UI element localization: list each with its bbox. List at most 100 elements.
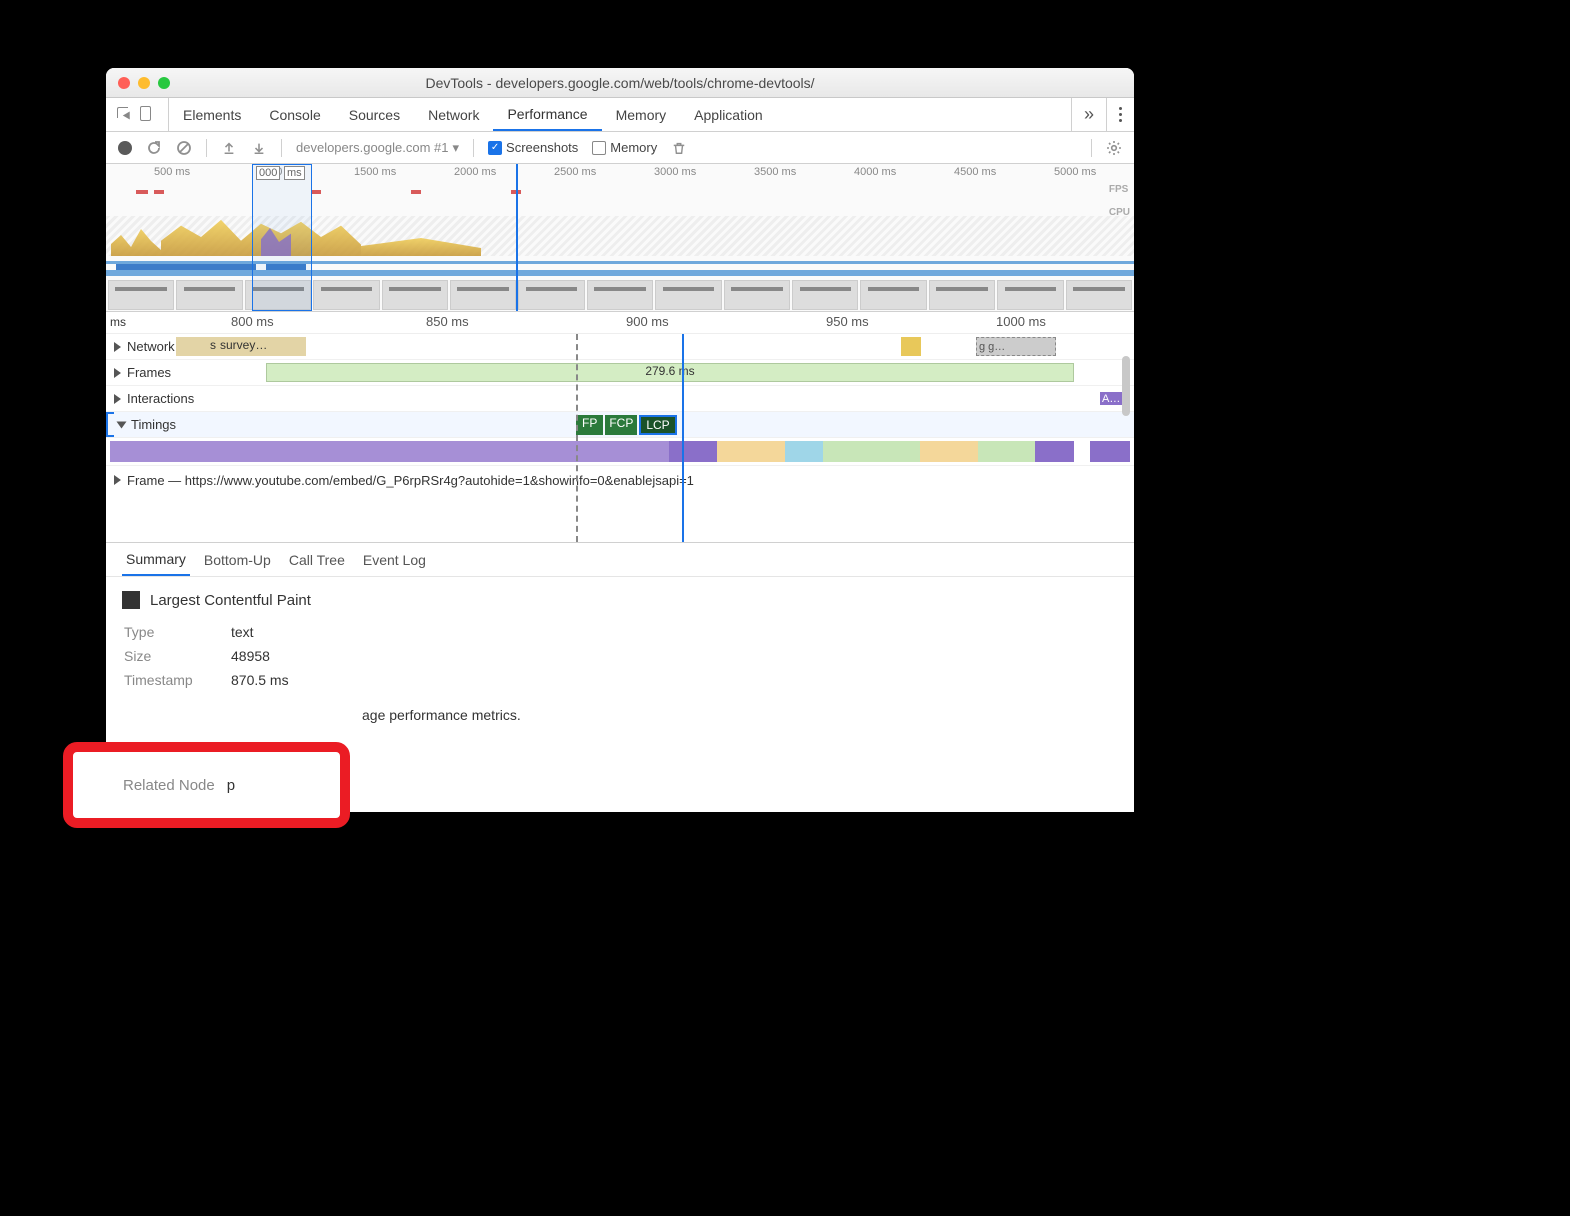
- tab-icon-group: [106, 98, 169, 131]
- kebab-menu-icon[interactable]: [1106, 98, 1134, 131]
- tab-application-label: Application: [694, 107, 763, 123]
- clear-icon[interactable]: [176, 140, 192, 156]
- flame-scrollbar[interactable]: [1120, 316, 1132, 538]
- flame-tick: 850 ms: [426, 314, 469, 329]
- device-toggle-icon[interactable]: [140, 106, 158, 124]
- settings-gear-icon[interactable]: [1106, 140, 1122, 156]
- overview-chart[interactable]: 500 ms 000 ms 1500 ms 2000 ms 2500 ms 30…: [106, 164, 1134, 312]
- row-main[interactable]: Main — https://developers.google.com/web…: [106, 438, 1134, 466]
- row-frames[interactable]: Frames 279.6 ms: [106, 360, 1134, 386]
- frame-bar: 279.6 ms: [266, 363, 1074, 382]
- memory-checkbox[interactable]: Memory: [592, 140, 657, 155]
- performance-toolbar: developers.google.com #1▾ ✓ Screenshots …: [106, 132, 1134, 164]
- summary-title-text: Largest Contentful Paint: [150, 592, 311, 609]
- devtools-tabs: Elements Console Sources Network Perform…: [106, 98, 1134, 132]
- row-frame[interactable]: Frame — https://www.youtube.com/embed/G_…: [106, 466, 1134, 494]
- row-network-label: Network: [127, 339, 175, 354]
- recording-dropdown[interactable]: developers.google.com #1 ▾: [296, 140, 459, 156]
- tab-performance-label: Performance: [507, 106, 587, 122]
- expand-icon[interactable]: [114, 368, 121, 378]
- timings-markers: FP FCP LCP: [576, 415, 677, 435]
- tab-call-tree-label: Call Tree: [289, 552, 345, 568]
- lcp-marker[interactable]: LCP: [639, 415, 676, 435]
- garbage-collect-icon[interactable]: [671, 140, 687, 156]
- screenshots-label: Screenshots: [506, 140, 578, 155]
- fcp-marker[interactable]: FCP: [605, 415, 637, 435]
- row-type: Typetext: [124, 621, 289, 643]
- recording-dropdown-label: developers.google.com #1: [296, 140, 449, 155]
- flame-tick: 950 ms: [826, 314, 869, 329]
- network-segment: survey…: [220, 338, 267, 352]
- ruler-tick: 1500 ms: [354, 166, 396, 178]
- tab-memory[interactable]: Memory: [602, 98, 681, 131]
- tab-call-tree[interactable]: Call Tree: [285, 543, 349, 576]
- load-profile-icon[interactable]: [221, 140, 237, 156]
- row-timestamp: Timestamp870.5 ms: [124, 669, 289, 691]
- tab-console[interactable]: Console: [255, 98, 334, 131]
- row-timings-label: Timings: [131, 417, 176, 432]
- tab-bottom-up[interactable]: Bottom-Up: [200, 543, 275, 576]
- metrics-tail-text: age performance metrics.: [362, 707, 1118, 723]
- tab-summary[interactable]: Summary: [122, 543, 190, 576]
- screenshots-checkbox[interactable]: ✓ Screenshots: [488, 140, 578, 155]
- divider: [281, 139, 282, 157]
- row-frames-label: Frames: [127, 365, 171, 380]
- related-node-value[interactable]: p: [227, 777, 235, 794]
- ruler-tick: 2500 ms: [554, 166, 596, 178]
- collapse-icon[interactable]: [117, 421, 127, 428]
- checkbox-checked-icon: ✓: [488, 141, 502, 155]
- expand-icon[interactable]: [114, 394, 121, 404]
- tab-elements[interactable]: Elements: [169, 98, 255, 131]
- val-size: 48958: [231, 645, 289, 667]
- close-icon[interactable]: [118, 77, 130, 89]
- main-flame-bars: [110, 441, 1074, 462]
- record-button[interactable]: [118, 141, 132, 155]
- key-timestamp: Timestamp: [124, 669, 229, 691]
- zoom-icon[interactable]: [158, 77, 170, 89]
- flame-tick: 1000 ms: [996, 314, 1046, 329]
- inspect-icon[interactable]: [116, 106, 134, 124]
- ruler-tick: 4000 ms: [854, 166, 896, 178]
- row-interactions-label: Interactions: [127, 391, 194, 406]
- tab-event-log[interactable]: Event Log: [359, 543, 430, 576]
- playhead-line[interactable]: [682, 334, 684, 542]
- marker-dash-line: [576, 334, 578, 542]
- tab-network[interactable]: Network: [414, 98, 493, 131]
- row-network[interactable]: Network ssurvey… g g…: [106, 334, 1134, 360]
- ruler-tick: 4500 ms: [954, 166, 996, 178]
- expand-icon[interactable]: [114, 342, 121, 352]
- overview-cursor[interactable]: [516, 164, 518, 311]
- scrollbar-handle[interactable]: [1122, 356, 1130, 416]
- tab-network-label: Network: [428, 107, 479, 123]
- ruler-tick: 500 ms: [154, 166, 190, 178]
- tab-performance[interactable]: Performance: [493, 98, 601, 131]
- minimize-icon[interactable]: [138, 77, 150, 89]
- chevron-down-icon: ▾: [453, 140, 460, 156]
- row-interactions[interactable]: Interactions A…: [106, 386, 1134, 412]
- key-type: Type: [124, 621, 229, 643]
- fp-marker[interactable]: FP: [576, 415, 603, 435]
- overview-body: 000 ms: [106, 182, 1134, 311]
- reload-icon[interactable]: [146, 140, 162, 156]
- overview-selection[interactable]: [252, 164, 312, 311]
- selection-end-label: ms: [284, 166, 305, 180]
- traffic-lights: [118, 77, 170, 89]
- expand-icon[interactable]: [114, 475, 121, 485]
- tab-application[interactable]: Application: [680, 98, 777, 131]
- checkbox-empty-icon: [592, 141, 606, 155]
- ruler-cut: ms: [110, 315, 126, 329]
- tab-memory-label: Memory: [616, 107, 667, 123]
- val-timestamp: 870.5 ms: [231, 669, 289, 691]
- more-tabs-chevron-icon[interactable]: »: [1071, 98, 1106, 131]
- divider: [1091, 139, 1092, 157]
- save-profile-icon[interactable]: [251, 140, 267, 156]
- window-title: DevTools - developers.google.com/web/too…: [106, 75, 1134, 91]
- interaction-label: A…: [1102, 393, 1120, 405]
- tab-console-label: Console: [269, 107, 320, 123]
- row-timings[interactable]: Timings FP FCP LCP: [106, 412, 1134, 438]
- summary-table: Typetext Size48958 Timestamp870.5 ms: [122, 619, 291, 693]
- flame-chart[interactable]: ms 800 ms 850 ms 900 ms 950 ms 1000 ms N…: [106, 312, 1134, 542]
- summary-swatch-icon: [122, 591, 140, 609]
- tab-sources[interactable]: Sources: [335, 98, 414, 131]
- window-titlebar: DevTools - developers.google.com/web/too…: [106, 68, 1134, 98]
